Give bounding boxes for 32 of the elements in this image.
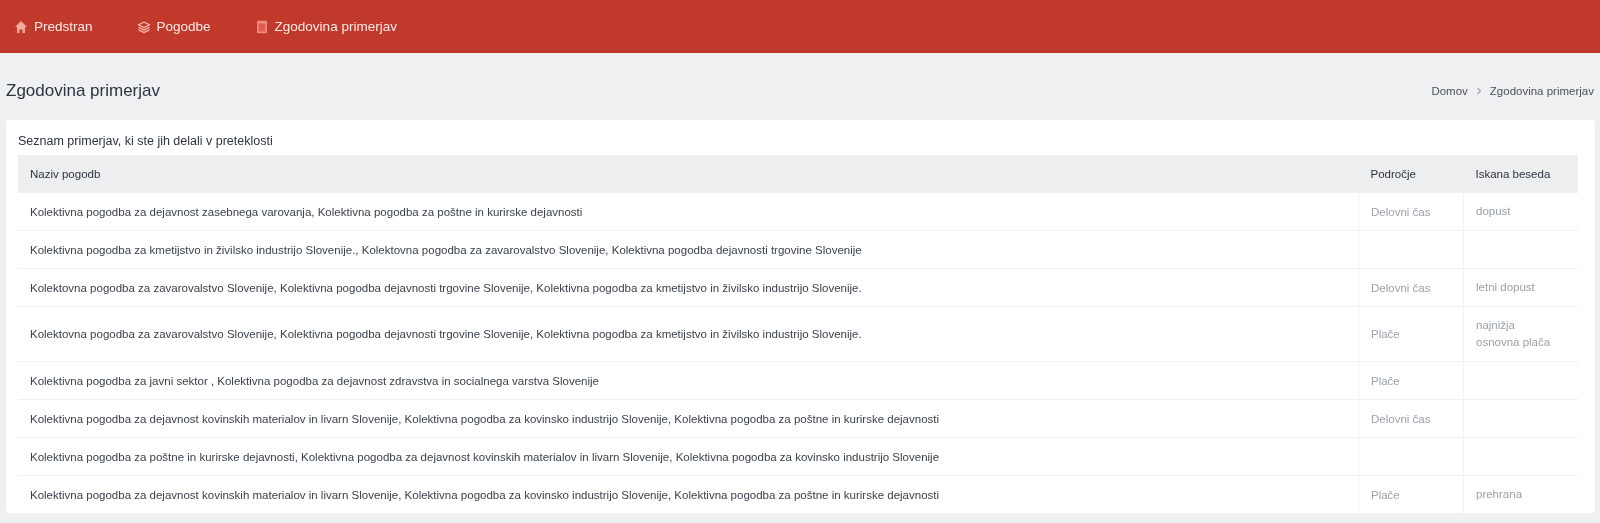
table-cell: Plače <box>1358 306 1464 362</box>
column-header: Iskana beseda <box>1463 155 1578 193</box>
page-title: Zgodovina primerjav <box>6 81 160 101</box>
table-cell: Kolektivna pogodba za dejavnost kovinskih materialov in livarn Slovenije, Kolektivna pogodba za kovinsko industrijo Slovenije, Kolektivna pogodba za poštne in kurirske dejavnosti <box>18 475 1359 513</box>
home-icon <box>14 19 28 34</box>
column-header: Naziv pogodb <box>18 155 1359 193</box>
column-header: Področje <box>1358 155 1464 193</box>
table-cell: letni dopust <box>1463 268 1578 307</box>
table-cell: najnižja osnovna plača <box>1463 306 1578 362</box>
nav-link[interactable]: Pogodbe <box>124 15 225 38</box>
breadcrumb-link[interactable]: Domov <box>1431 85 1468 97</box>
table-cell: Kolektivna pogodba za dejavnost kovinskih materialov in livarn Slovenije, Kolektivna pogodba za kovinsko industrijo Slovenije, Kolektivna pogodba za poštne in kurirske dejavnosti <box>18 399 1359 438</box>
nav-link[interactable]: Predstran <box>2 15 107 38</box>
layers-icon <box>136 19 151 34</box>
document-icon <box>254 19 269 34</box>
table-cell: Kolektivna pogodba za poštne in kurirske dejavnosti, Kolektivna pogodba za dejavnost kovinskih materialov in livarn Slovenije, Kolektivna pogodba za kovinsko industrijo Slovenije <box>18 437 1359 476</box>
chevron-icon <box>1475 87 1482 95</box>
table-cell: Delovni čas <box>1358 192 1464 231</box>
breadcrumb-current: Zgodovina primerjav <box>1489 85 1594 97</box>
table-cell: Kolektivna pogodba za dejavnost zasebnega varovanja, Kolektivna pogodba za poštne in kurirske dejavnosti <box>18 192 1359 231</box>
table-cell: Kolektivna pogodba za javni sektor , Kolektivna pogodba za dejavnost zdravstva in socialnega varstva Slovenije <box>18 361 1359 400</box>
table-cell: Kolektivna pogodba za kmetijstvo in živilsko industrijo Slovenije., Kolektovna pogodba za zavarovalstvo Slovenije, Kolektivna pogodba dejavnosti trgovine Slovenije <box>18 230 1359 269</box>
table-cell: Kolektovna pogodba za zavarovalstvo Slovenije, Kolektivna pogodba dejavnosti trgovine Slovenije, Kolektivna pogodba za kmetijstvo in živilsko industrijo Slovenije. <box>18 306 1359 362</box>
table-cell: Kolektovna pogodba za zavarovalstvo Slovenije, Kolektivna pogodba dejavnosti trgovine Slovenije, Kolektivna pogodba za kmetijstvo in živilsko industrijo Slovenije. <box>18 268 1359 307</box>
table-cell: prehrana <box>1463 475 1578 513</box>
table-cell: Delovni čas <box>1358 399 1464 438</box>
card-title: Seznam primerjav, ki ste jih delali v preteklosti <box>18 134 274 148</box>
nav-link[interactable]: Zgodovina primerjav <box>242 15 411 38</box>
table-cell: Plače <box>1358 361 1464 400</box>
table-cell: Plače <box>1358 475 1464 513</box>
table-cell: dopust <box>1463 192 1578 231</box>
table-cell: Delovni čas <box>1358 268 1464 307</box>
